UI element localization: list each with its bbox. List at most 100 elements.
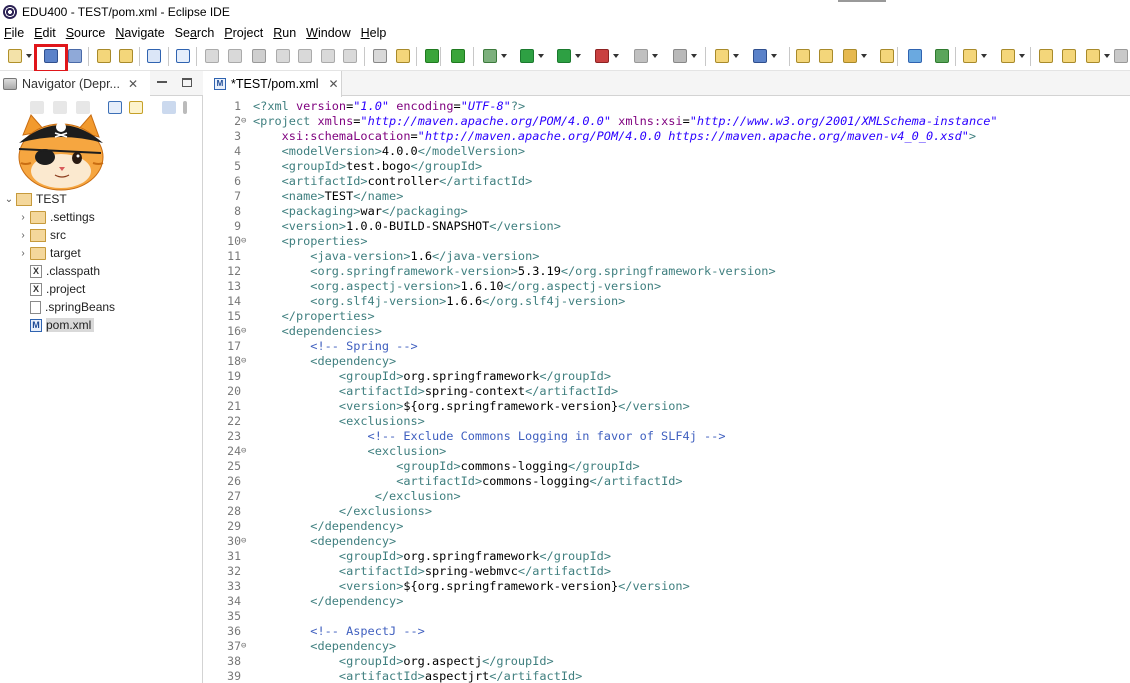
fold-toggle-icon[interactable]: ⊖ [241, 356, 253, 366]
terminate-icon[interactable] [251, 48, 267, 64]
terminal-icon[interactable] [146, 48, 162, 64]
external-tools-icon[interactable] [594, 48, 610, 64]
save-all-icon[interactable] [67, 48, 83, 64]
run-icon[interactable] [519, 48, 535, 64]
code-line[interactable]: 8 <packaging>war</packaging> [207, 203, 1130, 218]
navigator-tab[interactable]: Navigator (Depr... ✕ [0, 71, 150, 96]
code-line[interactable]: 11 <java-version>1.6</java-version> [207, 248, 1130, 263]
back-nav-icon[interactable] [1061, 48, 1077, 64]
open-folder-icon[interactable] [795, 48, 811, 64]
dropdown-arrow-icon[interactable] [1104, 54, 1110, 58]
collapse-arrow-icon[interactable]: › [16, 248, 30, 259]
menu-edit[interactable]: Edit [30, 26, 60, 40]
open-resource-icon[interactable] [118, 48, 134, 64]
step-over-icon[interactable] [320, 48, 336, 64]
fold-toggle-icon[interactable]: ⊖ [241, 446, 253, 456]
tree-item-src[interactable]: › src [16, 226, 66, 244]
tree-item-test[interactable]: ⌄ TEST [2, 190, 67, 208]
code-line[interactable]: 37 ⊖ <dependency> [207, 638, 1130, 653]
code-line[interactable]: 20 <artifactId>spring-context</artifactI… [207, 383, 1130, 398]
code-line[interactable]: 13 <org.aspectj-version>1.6.10</org.aspe… [207, 278, 1130, 293]
link-with-editor-icon[interactable] [129, 101, 143, 114]
stop-icon[interactable] [633, 48, 649, 64]
tree-item-settings[interactable]: › .settings [16, 208, 94, 226]
dropdown-arrow-icon[interactable] [575, 54, 581, 58]
code-line[interactable]: 26 <artifactId>commons-logging</artifact… [207, 473, 1130, 488]
code-line[interactable]: 14 <org.slf4j-version>1.6.6</org.slf4j-v… [207, 293, 1130, 308]
tree-item-project[interactable]: X .project [16, 280, 85, 298]
dropdown-arrow-icon[interactable] [613, 54, 619, 58]
browser-icon[interactable] [907, 48, 923, 64]
suspend-icon[interactable] [227, 48, 243, 64]
code-line[interactable]: 38 <groupId>org.aspectj</groupId> [207, 653, 1130, 668]
menu-search[interactable]: Search [171, 26, 219, 40]
menu-source[interactable]: Source [62, 26, 110, 40]
new-icon[interactable] [7, 48, 23, 64]
code-line[interactable]: 18 ⊖ <dependency> [207, 353, 1130, 368]
dropdown-arrow-icon[interactable] [538, 54, 544, 58]
code-line[interactable]: 15 </properties> [207, 308, 1130, 323]
back-history-icon[interactable] [1085, 48, 1101, 64]
dropdown-arrow-icon[interactable] [1019, 54, 1025, 58]
tree-item-springbeans[interactable]: .springBeans [16, 298, 115, 316]
code-line[interactable]: 24 ⊖ <exclusion> [207, 443, 1130, 458]
code-line[interactable]: 32 <artifactId>spring-webmvc</artifactId… [207, 563, 1130, 578]
code-line[interactable]: 39 <artifactId>aspectjrt</artifactId> [207, 668, 1130, 683]
dropdown-arrow-icon[interactable] [652, 54, 658, 58]
tree-item-target[interactable]: › target [16, 244, 80, 262]
prev-annotation-icon[interactable] [1000, 48, 1016, 64]
code-line[interactable]: 4 <modelVersion>4.0.0</modelVersion> [207, 143, 1130, 158]
code-line[interactable]: 34 </dependency> [207, 593, 1130, 608]
editor-tab-pom[interactable]: M *TEST/pom.xml ✕ [207, 71, 342, 97]
run-coverage-icon[interactable] [556, 48, 572, 64]
dropdown-arrow-icon[interactable] [981, 54, 987, 58]
next-annotation-icon[interactable] [962, 48, 978, 64]
view-menu-icon[interactable] [183, 101, 187, 114]
new-spring-icon[interactable] [752, 48, 768, 64]
collapse-arrow-icon[interactable]: › [16, 212, 30, 223]
open-project-icon[interactable] [818, 48, 834, 64]
menu-file[interactable]: File [0, 26, 28, 40]
code-line[interactable]: 17 <!-- Spring --> [207, 338, 1130, 353]
menu-navigate[interactable]: Navigate [111, 26, 168, 40]
menu-help[interactable]: Help [357, 26, 391, 40]
code-line[interactable]: 19 <groupId>org.springframework</groupId… [207, 368, 1130, 383]
debug-icon[interactable] [482, 48, 498, 64]
disconnect-icon[interactable] [275, 48, 291, 64]
code-line[interactable]: 1 <?xml version="1.0" encoding="UTF-8"?> [207, 98, 1130, 113]
code-line[interactable]: 3 xsi:schemaLocation="http://maven.apach… [207, 128, 1130, 143]
code-line[interactable]: 22 <exclusions> [207, 413, 1130, 428]
resume-icon[interactable] [204, 48, 220, 64]
minimize-icon[interactable] [157, 81, 167, 83]
tree-item-pom-xml[interactable]: Mpom.xml [16, 316, 95, 334]
code-line[interactable]: 7 <name>TEST</name> [207, 188, 1130, 203]
code-line[interactable]: 21 <version>${org.springframework-versio… [207, 398, 1130, 413]
dropdown-arrow-icon[interactable] [26, 54, 32, 58]
skip-breakpoints-icon[interactable] [372, 48, 388, 64]
fold-toggle-icon[interactable]: ⊖ [241, 641, 253, 651]
filter-icon[interactable] [162, 101, 176, 114]
code-line[interactable]: 27 </exclusion> [207, 488, 1130, 503]
menu-window[interactable]: Window [302, 26, 354, 40]
new-server-icon[interactable] [714, 48, 730, 64]
step-into-icon[interactable] [297, 48, 313, 64]
server-start-icon[interactable] [424, 48, 440, 64]
code-line[interactable]: 29 </dependency> [207, 518, 1130, 533]
close-icon[interactable]: ✕ [128, 77, 138, 91]
expand-arrow-icon[interactable]: ⌄ [2, 194, 16, 205]
step-return-icon[interactable] [342, 48, 358, 64]
code-line[interactable]: 35 [207, 608, 1130, 623]
code-line[interactable]: 12 <org.springframework-version>5.3.19</… [207, 263, 1130, 278]
menu-project[interactable]: Project [220, 26, 267, 40]
fold-toggle-icon[interactable]: ⊖ [241, 536, 253, 546]
dropdown-arrow-icon[interactable] [771, 54, 777, 58]
fold-toggle-icon[interactable]: ⊖ [241, 116, 253, 126]
dropdown-arrow-icon[interactable] [861, 54, 867, 58]
tree-item-classpath[interactable]: X .classpath [16, 262, 100, 280]
code-line[interactable]: 16 ⊖ <dependencies> [207, 323, 1130, 338]
code-line[interactable]: 25 <groupId>commons-logging</groupId> [207, 458, 1130, 473]
code-line[interactable]: 9 <version>1.0.0-BUILD-SNAPSHOT</version… [207, 218, 1130, 233]
maximize-icon[interactable] [182, 78, 192, 87]
fold-toggle-icon[interactable]: ⊖ [241, 236, 253, 246]
code-line[interactable]: 30 ⊖ <dependency> [207, 533, 1130, 548]
